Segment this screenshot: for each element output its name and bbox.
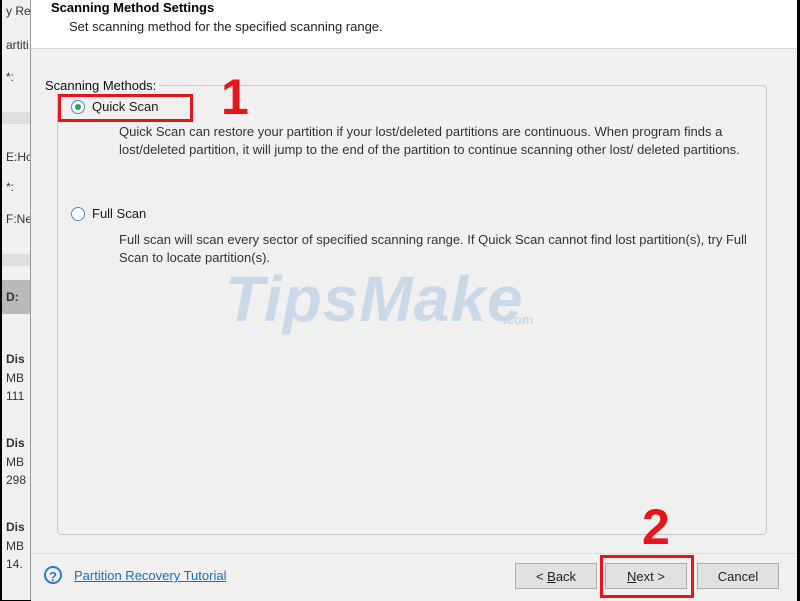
bg-text: *:	[6, 180, 15, 194]
bg-text: F:Ne	[6, 212, 33, 226]
bg-text: 298	[6, 473, 27, 487]
back-button[interactable]: < Back	[515, 563, 597, 589]
watermark-suffix: .com	[503, 312, 534, 327]
quick-scan-description: Quick Scan can restore your partition if…	[119, 124, 740, 157]
bg-text: 14.	[6, 557, 23, 571]
back-button-prefix: <	[535, 568, 548, 584]
quick-scan-highlight	[58, 94, 193, 122]
bg-text: 111	[6, 389, 25, 403]
bg-text: Dis	[6, 520, 25, 534]
bg-text: MB	[6, 371, 24, 385]
full-scan-radio[interactable]	[71, 206, 85, 221]
bg-text: *:	[6, 70, 15, 84]
step-2-marker: 2	[642, 499, 670, 555]
step-1-marker: 1	[221, 69, 249, 125]
bg-text: Dis	[6, 436, 25, 450]
bg-text: Dis	[6, 352, 25, 366]
bg-text: E:Ho	[6, 150, 33, 164]
group-label: Scanning Methods:	[42, 78, 160, 93]
question-circle-icon[interactable]: ?	[44, 566, 62, 584]
back-button-rest: ack	[555, 568, 577, 584]
bg-text: y Re	[6, 4, 31, 18]
cancel-button[interactable]: Cancel	[697, 563, 779, 589]
bg-text: MB	[6, 539, 24, 553]
dialog-header: Scanning Method Settings Set scanning me…	[31, 0, 797, 49]
dialog-subtitle: Set scanning method for the specified sc…	[69, 19, 383, 34]
bg-text: artiti	[6, 38, 29, 52]
full-scan-option[interactable]: Full Scan	[71, 206, 146, 221]
bg-text: MB	[6, 455, 24, 469]
full-scan-label[interactable]: Full Scan	[92, 206, 146, 221]
dialog-title: Scanning Method Settings	[51, 0, 215, 15]
watermark: TipsMake	[225, 263, 524, 335]
partition-recovery-tutorial-link[interactable]: Partition Recovery Tutorial	[74, 568, 226, 583]
next-button-highlight	[600, 555, 694, 598]
back-button-mnemonic: B	[547, 568, 556, 584]
bg-text: D:	[6, 290, 19, 304]
